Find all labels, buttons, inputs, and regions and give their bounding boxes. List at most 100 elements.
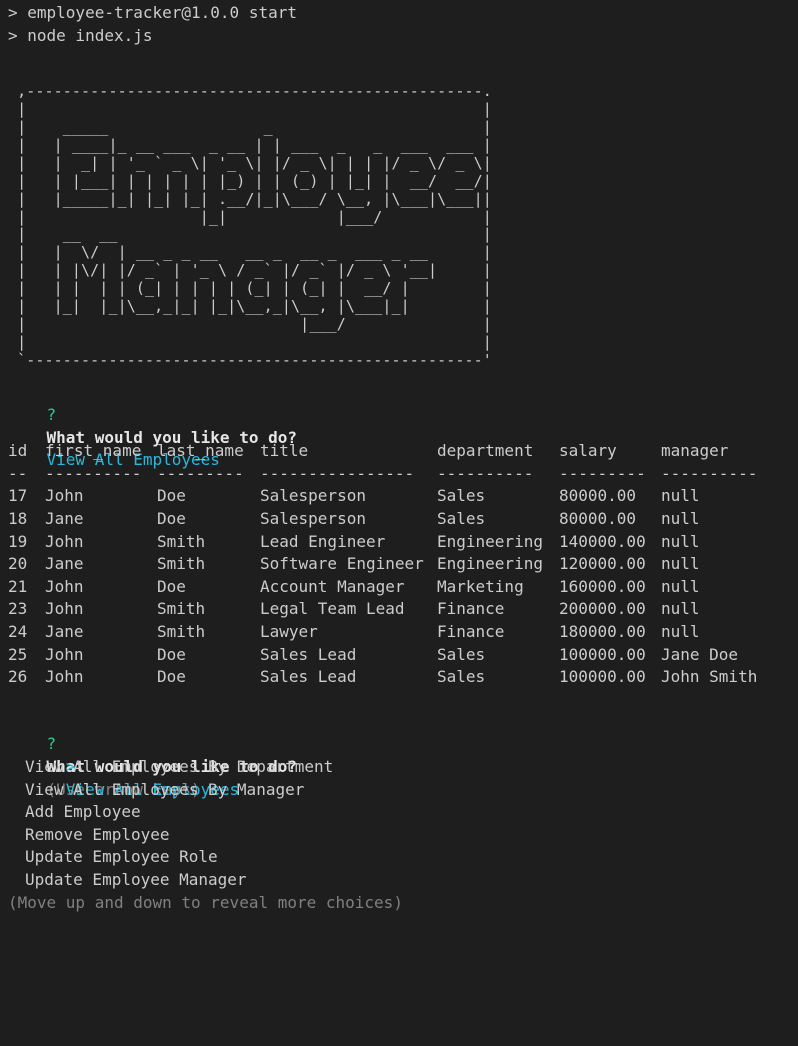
- separator: ---------: [559, 463, 646, 483]
- table-row: 17 John Doe Salesperson Sales 80000.00 n…: [8, 485, 798, 508]
- cell-id: 25: [8, 644, 28, 664]
- cell-id: 20: [8, 554, 28, 574]
- cell-title: Software Engineer: [260, 554, 424, 574]
- choice-update-role[interactable]: Update Employee Role: [8, 846, 798, 869]
- cell-department: Marketing: [437, 576, 524, 596]
- terminal-window[interactable]: > employee-tracker@1.0.0 start > node in…: [0, 0, 798, 1046]
- cell-id: 21: [8, 576, 28, 596]
- cell-salary: 80000.00: [559, 509, 637, 529]
- choice-view-by-department[interactable]: View All Employees By Department: [8, 756, 798, 779]
- choice-list: > View All Employees View All Employees …: [8, 733, 798, 891]
- table-row: 19 John Smith Lead Engineer Engineering …: [8, 531, 798, 554]
- header-department: department: [437, 441, 534, 461]
- cell-first-name: Jane: [45, 554, 84, 574]
- first-prompt: ? What would you like to do? View All Em…: [8, 382, 798, 469]
- cell-first-name: John: [45, 486, 84, 506]
- header-salary: salary: [559, 441, 617, 461]
- choice-update-manager[interactable]: Update Employee Manager: [8, 869, 798, 892]
- header-manager: manager: [661, 441, 729, 461]
- table-row: 20 Jane Smith Software Engineer Engineer…: [8, 553, 798, 576]
- question-mark: ?: [46, 405, 57, 425]
- cell-department: Engineering: [437, 531, 543, 551]
- cell-salary: 140000.00: [559, 531, 646, 551]
- cell-department: Engineering: [437, 554, 543, 574]
- cell-department: Finance: [437, 599, 505, 619]
- question-mark: ?: [46, 734, 57, 754]
- separator: ----------: [437, 463, 534, 483]
- cell-manager: null: [661, 486, 700, 506]
- cell-id: 26: [8, 667, 28, 687]
- more-choices-hint: (Move up and down to reveal more choices…: [8, 892, 403, 912]
- cell-department: Sales: [437, 644, 486, 664]
- cell-first-name: John: [45, 576, 84, 596]
- choice-view-all-employees[interactable]: > View All Employees: [8, 733, 798, 799]
- cell-manager: null: [661, 531, 700, 551]
- cell-last-name: Doe: [157, 576, 186, 596]
- choice-add-employee[interactable]: Add Employee: [8, 801, 798, 824]
- cell-first-name: Jane: [45, 622, 84, 642]
- cell-first-name: John: [45, 599, 84, 619]
- cell-department: Sales: [437, 509, 486, 529]
- cell-salary: 80000.00: [559, 486, 637, 506]
- cell-manager: null: [661, 599, 700, 619]
- cell-id: 19: [8, 531, 28, 551]
- cell-last-name: Smith: [157, 622, 206, 642]
- employee-manager-ascii-banner: ,---------------------------------------…: [17, 82, 492, 369]
- cell-last-name: Doe: [157, 667, 186, 687]
- cell-id: 24: [8, 622, 28, 642]
- choice-remove-employee[interactable]: Remove Employee: [8, 824, 798, 847]
- cell-manager: null: [661, 509, 700, 529]
- cell-title: Salesperson: [260, 486, 366, 506]
- cell-last-name: Doe: [157, 644, 186, 664]
- cell-salary: 100000.00: [559, 644, 646, 664]
- cell-title: Lead Engineer: [260, 531, 386, 551]
- cell-title: Salesperson: [260, 509, 366, 529]
- table-row: 23 John Smith Legal Team Lead Finance 20…: [8, 598, 798, 621]
- separator: ----------------: [260, 463, 415, 483]
- cell-manager: null: [661, 554, 700, 574]
- table-row: 25 John Doe Sales Lead Sales 100000.00 J…: [8, 644, 798, 667]
- cell-title: Legal Team Lead: [260, 599, 405, 619]
- cell-manager: null: [661, 622, 700, 642]
- table-row: 18 Jane Doe Salesperson Sales 80000.00 n…: [8, 508, 798, 531]
- cell-last-name: Smith: [157, 599, 206, 619]
- cell-manager: null: [661, 576, 700, 596]
- cell-id: 17: [8, 486, 28, 506]
- header-title: title: [260, 441, 309, 461]
- cell-manager: Jane Doe: [661, 644, 739, 664]
- cell-last-name: Doe: [157, 486, 186, 506]
- cell-first-name: John: [45, 644, 84, 664]
- header-last-name: last_name: [157, 441, 244, 461]
- separator: --: [8, 463, 28, 483]
- cell-department: Sales: [437, 486, 486, 506]
- cell-salary: 160000.00: [559, 576, 646, 596]
- cell-salary: 180000.00: [559, 622, 646, 642]
- separator: ---------: [157, 463, 244, 483]
- cell-title: Account Manager: [260, 576, 405, 596]
- cell-salary: 120000.00: [559, 554, 646, 574]
- separator: ----------: [661, 463, 758, 483]
- command-line-node: > node index.js: [8, 25, 153, 45]
- second-prompt: ? What would you like to do? (Use arrow …: [8, 711, 798, 798]
- cell-id: 18: [8, 509, 28, 529]
- cell-first-name: Jane: [45, 509, 84, 529]
- cell-salary: 100000.00: [559, 667, 646, 687]
- cell-title: Sales Lead: [260, 644, 357, 664]
- header-first-name: first_name: [45, 441, 142, 461]
- cell-department: Sales: [437, 667, 486, 687]
- choice-view-by-manager[interactable]: View All Employees By Manager: [8, 779, 798, 802]
- cell-id: 23: [8, 599, 28, 619]
- cell-title: Lawyer: [260, 622, 318, 642]
- header-id: id: [8, 441, 28, 461]
- employee-table: id first_name last_name title department…: [8, 440, 798, 689]
- table-row: 24 Jane Smith Lawyer Finance 180000.00 n…: [8, 621, 798, 644]
- table-row: 21 John Doe Account Manager Marketing 16…: [8, 576, 798, 599]
- table-row: 26 John Doe Sales Lead Sales 100000.00 J…: [8, 666, 798, 689]
- table-separator-row: -- ---------- --------- ----------------…: [8, 463, 798, 486]
- cell-first-name: John: [45, 667, 84, 687]
- table-header-row: id first_name last_name title department…: [8, 440, 798, 463]
- cell-department: Finance: [437, 622, 505, 642]
